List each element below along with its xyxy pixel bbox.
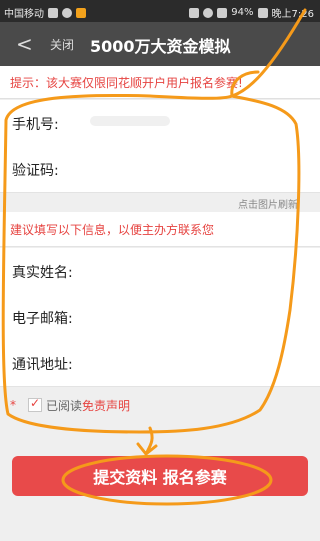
signal-icon [217,7,228,18]
realname-label: 真实姓名: [12,265,73,281]
phone-label: 手机号: [12,117,59,133]
hd-icon [189,7,200,18]
captcha-input[interactable] [78,156,312,184]
bottom-spacer [0,530,320,541]
address-input[interactable] [92,350,312,378]
carrier-text: 中国移动 [4,9,44,20]
submit-label: 提交资料 报名参赛 [93,468,227,487]
top-navigation-bar: < 关闭 5000万大资金模拟 [0,22,320,66]
signup-notice: 提示：该大赛仅限同花顺开户用户报名参赛! [0,66,320,99]
wifi-icon [203,7,214,18]
clock: 晚上7:26 [271,9,314,20]
email-input[interactable] [92,304,312,332]
address-label: 通讯地址: [12,357,73,373]
phone-input[interactable] [78,110,312,138]
status-right: 94% 晚上7:26 [189,5,314,20]
status-left: 中国移动 [4,5,86,20]
status-bar: 中国移动 94% 晚上7:26 [0,0,320,22]
submit-signup-button[interactable]: 提交资料 报名参赛 [12,456,308,496]
phone-row: 手机号: [0,100,320,147]
captcha-refresh-hint[interactable]: 点击图片刷新 [238,196,298,211]
notice-text: 提示：该大赛仅限同花顺开户用户报名参赛! [10,76,243,90]
email-row: 电子邮箱: [0,294,320,341]
agreement-read-text: 已阅读 [46,399,83,413]
sim-icon [48,7,58,18]
required-mark: * [10,398,16,412]
realname-input[interactable] [92,258,312,286]
agreement-row: * 已阅读免责声明 [0,388,320,422]
chevron-left-icon[interactable]: < [16,32,33,56]
agreement-checkbox[interactable] [28,396,42,412]
notification-icon [62,7,72,18]
battery-icon [257,7,268,18]
email-label: 电子邮箱: [12,311,73,327]
app-notification-icon [76,7,86,18]
disclaimer-link[interactable]: 免责声明 [82,399,130,413]
agreement-text: 已阅读免责声明 [46,397,130,414]
optional-info-section: 建议填写以下信息，以便主办方联系您 [0,212,320,247]
captcha-row: 验证码: [0,146,320,193]
battery-percent: 94% [231,7,254,18]
annotation-arrow [136,426,158,456]
section-title: 建议填写以下信息，以便主办方联系您 [10,223,215,237]
page-title: 5000万大资金模拟 [90,37,231,56]
realname-row: 真实姓名: [0,248,320,295]
address-row: 通讯地址: [0,340,320,387]
close-button[interactable]: 关闭 [50,36,74,53]
captcha-label: 验证码: [12,163,59,179]
